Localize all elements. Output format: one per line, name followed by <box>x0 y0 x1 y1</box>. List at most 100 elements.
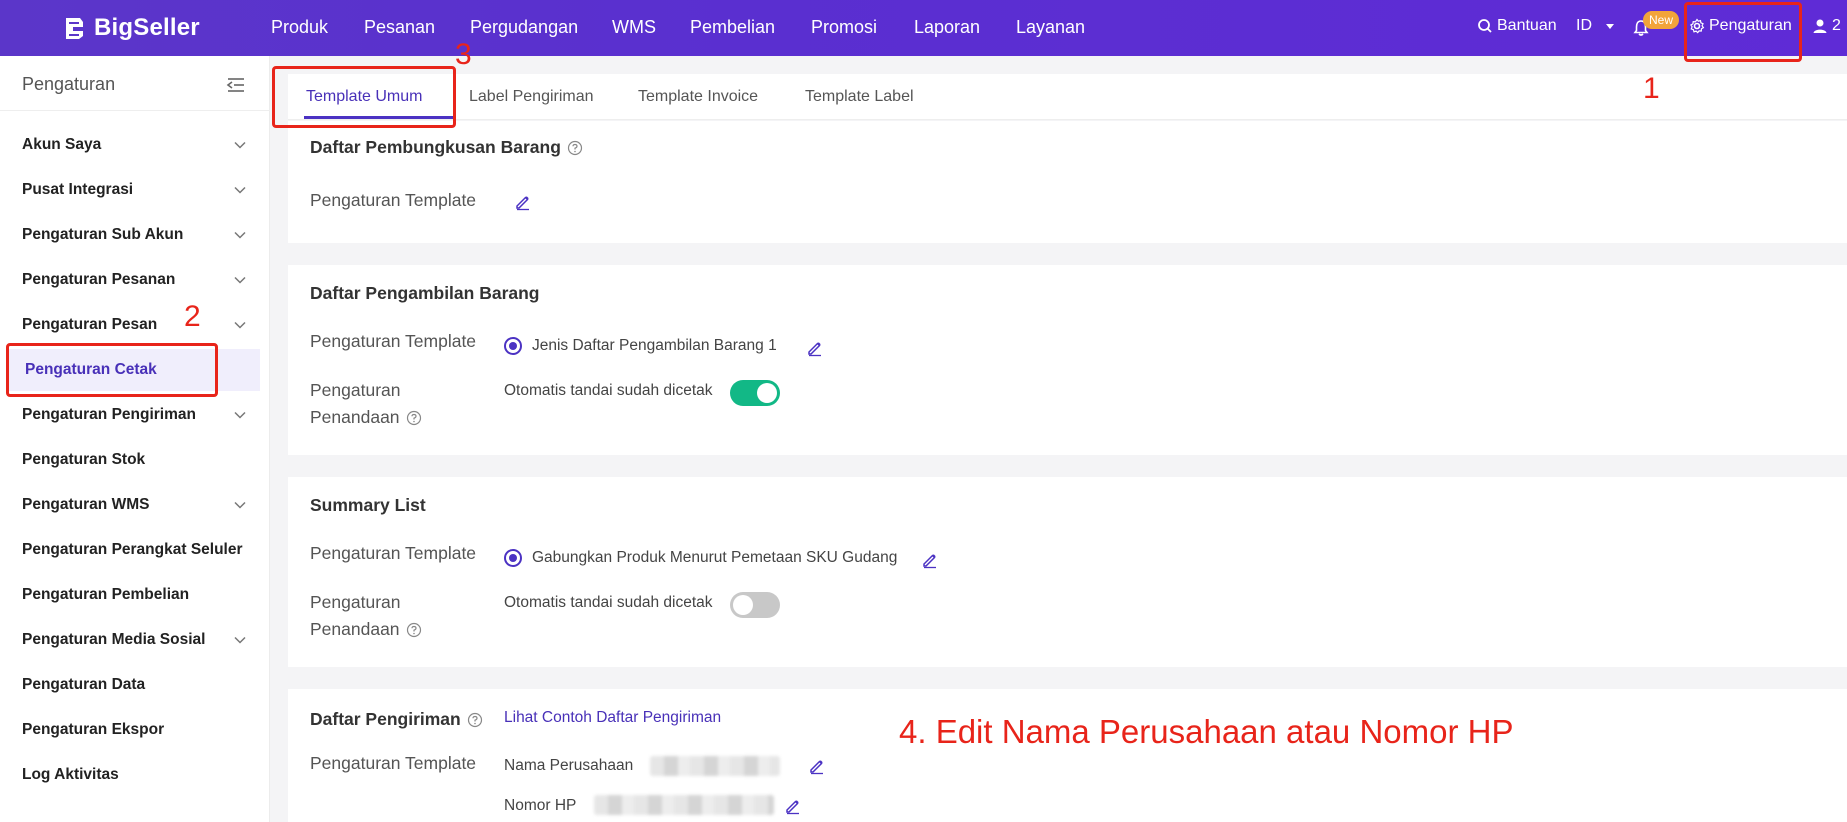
sidebar-item-label: Pengaturan Pesanan <box>22 271 176 288</box>
packing-list-card: Daftar Pembungkusan Barang Pengaturan Te… <box>288 121 1847 243</box>
chevron-down-icon <box>234 636 246 644</box>
sidebar-item-label: Pengaturan Perangkat Seluler <box>22 541 243 558</box>
phone-number-value-redacted <box>594 795 774 815</box>
chevron-down-icon <box>234 501 246 509</box>
sidebar-item-perangkat-seluler[interactable]: Pengaturan Perangkat Seluler <box>0 529 270 571</box>
help-circle-icon[interactable] <box>406 410 422 426</box>
summary-template-label: Pengaturan Template <box>310 543 477 563</box>
chevron-down-icon <box>234 141 246 149</box>
nav-produk[interactable]: Produk <box>271 17 328 38</box>
annotation-box-settings <box>1684 2 1802 62</box>
nav-layanan[interactable]: Layanan <box>1016 17 1085 38</box>
sidebar-divider <box>0 110 270 111</box>
sidebar-item-label: Pusat Integrasi <box>22 181 134 198</box>
sidebar-item-data[interactable]: Pengaturan Data <box>0 664 270 706</box>
sidebar-item-akun-saya[interactable]: Akun Saya <box>0 124 270 166</box>
print-template-tabs: Template Umum Label Pengiriman Template … <box>288 74 1847 120</box>
picking-mark-label-line2: Penandaan <box>310 404 422 431</box>
picking-template-value: Jenis Daftar Pengambilan Barang 1 <box>532 337 777 354</box>
sidebar-item-label: Pengaturan Pembelian <box>22 586 190 603</box>
sidebar-item-pembelian[interactable]: Pengaturan Pembelian <box>0 574 270 616</box>
picking-template-option[interactable]: Jenis Daftar Pengambilan Barang 1 <box>504 337 777 355</box>
help-button[interactable]: Bantuan <box>1477 17 1557 35</box>
annotation-number-3: 3 <box>455 38 472 71</box>
nav-promosi[interactable]: Promosi <box>811 17 877 38</box>
tab-label-pengiriman[interactable]: Label Pengiriman <box>469 88 594 106</box>
edit-icon[interactable] <box>514 193 532 211</box>
sidebar-title: Pengaturan <box>22 74 116 94</box>
chevron-down-icon <box>234 186 246 194</box>
radio-selected[interactable] <box>504 337 522 355</box>
edit-icon[interactable] <box>806 339 824 357</box>
summary-mark-label-2: Penandaan <box>310 619 400 639</box>
search-icon <box>1478 19 1492 33</box>
sidebar-item-media-sosial[interactable]: Pengaturan Media Sosial <box>0 619 270 661</box>
annotation-number-2: 2 <box>184 300 201 333</box>
brand-name: BigSeller <box>94 14 200 41</box>
help-circle-icon[interactable] <box>567 140 583 156</box>
sidebar-item-label: Pengaturan WMS <box>22 496 150 513</box>
edit-icon[interactable] <box>808 757 826 775</box>
sidebar-item-pusat-integrasi[interactable]: Pusat Integrasi <box>0 169 270 211</box>
packing-list-title: Daftar Pembungkusan Barang <box>310 137 583 158</box>
sidebar-item-wms[interactable]: Pengaturan WMS <box>0 484 270 526</box>
nav-pesanan[interactable]: Pesanan <box>364 17 435 38</box>
collapse-menu-icon[interactable] <box>226 76 246 94</box>
sidebar-item-pesan[interactable]: Pengaturan Pesan <box>0 304 270 346</box>
company-name-value-redacted <box>650 756 780 776</box>
tab-template-label[interactable]: Template Label <box>805 88 914 106</box>
company-name-label: Nama Perusahaan <box>504 757 634 774</box>
chevron-down-icon <box>234 411 246 419</box>
shipping-list-title: Daftar Pengiriman <box>310 709 483 730</box>
bigseller-logo[interactable]: BigSeller <box>60 13 200 43</box>
annotation-box-print-settings <box>6 343 218 397</box>
nav-pergudangan[interactable]: Pergudangan <box>470 17 578 38</box>
annotation-box-general-template <box>272 66 456 128</box>
help-circle-icon[interactable] <box>406 622 422 638</box>
sidebar-item-label: Pengaturan Stok <box>22 451 146 468</box>
shipping-template-label: Pengaturan Template <box>310 753 477 773</box>
picking-auto-mark-toggle[interactable] <box>730 380 780 406</box>
nav-wms[interactable]: WMS <box>612 17 656 38</box>
packing-template-label: Pengaturan Template <box>310 190 477 210</box>
edit-icon[interactable] <box>784 797 802 815</box>
sidebar-item-label: Pengaturan Sub Akun <box>22 226 184 243</box>
shipping-list-title-text: Daftar Pengiriman <box>310 709 461 729</box>
summary-mark-value: Otomatis tandai sudah dicetak <box>504 594 713 611</box>
picking-list-title-text: Daftar Pengambilan Barang <box>310 283 540 303</box>
new-badge: New <box>1643 11 1680 29</box>
chevron-down-icon <box>234 321 246 329</box>
picking-template-label: Pengaturan Template <box>310 331 477 351</box>
phone-number-label: Nomor HP <box>504 797 577 814</box>
summary-template-option[interactable]: Gabungkan Produk Menurut Pemetaan SKU Gu… <box>504 549 897 567</box>
top-navigation-bar: BigSeller Produk Pesanan Pergudangan WMS… <box>0 0 1847 56</box>
sidebar-item-label: Log Aktivitas <box>22 766 119 783</box>
summary-template-value: Gabungkan Produk Menurut Pemetaan SKU Gu… <box>532 549 898 566</box>
help-label: Bantuan <box>1497 17 1557 34</box>
sidebar-item-log-aktivitas[interactable]: Log Aktivitas <box>0 754 270 796</box>
tab-template-invoice[interactable]: Template Invoice <box>638 88 758 106</box>
user-menu[interactable]: 2 <box>1812 17 1841 35</box>
nav-laporan[interactable]: Laporan <box>914 17 980 38</box>
sidebar-item-pesanan[interactable]: Pengaturan Pesanan <box>0 259 270 301</box>
sidebar-item-ekspor[interactable]: Pengaturan Ekspor <box>0 709 270 751</box>
help-circle-icon[interactable] <box>467 712 483 728</box>
shipping-list-card: Daftar Pengiriman Lihat Contoh Daftar Pe… <box>288 689 1847 822</box>
sidebar-item-sub-akun[interactable]: Pengaturan Sub Akun <box>0 214 270 256</box>
view-sample-link[interactable]: Lihat Contoh Daftar Pengiriman <box>504 709 721 727</box>
nav-pembelian[interactable]: Pembelian <box>690 17 775 38</box>
picking-mark-value: Otomatis tandai sudah dicetak <box>504 382 713 399</box>
sidebar-item-stok[interactable]: Pengaturan Stok <box>0 439 270 481</box>
summary-auto-mark-toggle[interactable] <box>730 592 780 618</box>
chevron-down-icon <box>234 231 246 239</box>
radio-selected[interactable] <box>504 549 522 567</box>
sidebar-item-label: Pengaturan Pesan <box>22 316 158 333</box>
language-select[interactable]: ID <box>1576 17 1616 35</box>
summary-list-title-text: Summary List <box>310 495 426 515</box>
sidebar-item-pengiriman[interactable]: Pengaturan Pengiriman <box>0 394 270 436</box>
sidebar-item-label: Pengaturan Media Sosial <box>22 631 206 648</box>
picking-mark-label-1: Pengaturan <box>310 380 401 400</box>
picking-list-card: Daftar Pengambilan Barang Pengaturan Tem… <box>288 265 1847 455</box>
annotation-note-4: 4. Edit Nama Perusahaan atau Nomor HP <box>899 713 1514 750</box>
edit-icon[interactable] <box>921 551 939 569</box>
